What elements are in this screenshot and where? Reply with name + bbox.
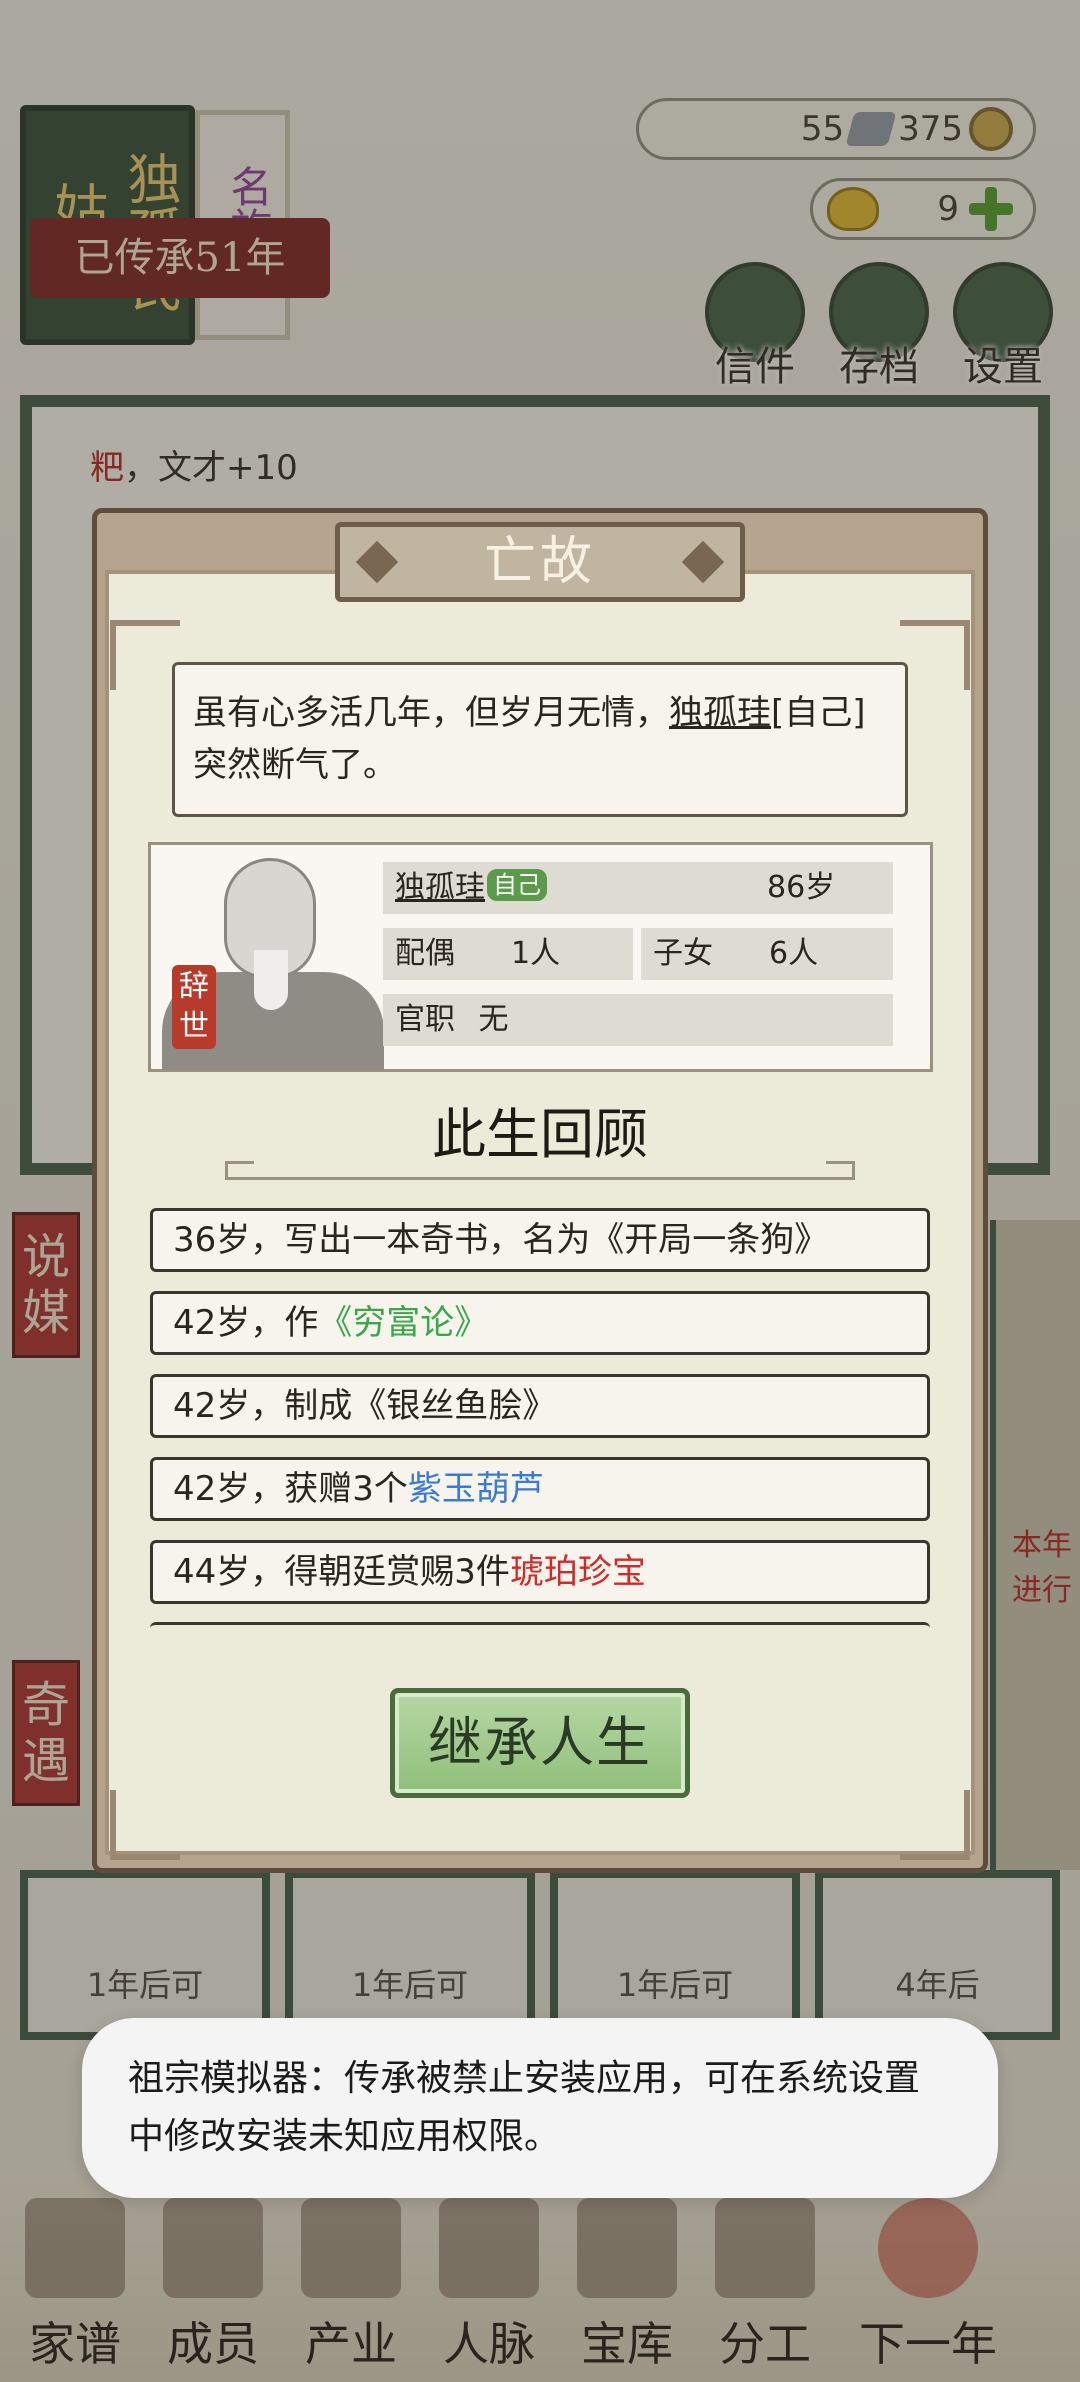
life-event-row: 42岁，制成《银丝鱼脍》 xyxy=(150,1374,930,1438)
event-list-scroll-edge[interactable] xyxy=(150,1622,930,1630)
office-value: 无 xyxy=(478,1002,509,1037)
life-event-row: 36岁，写出一本奇书，名为《开局一条狗》 xyxy=(150,1208,930,1272)
life-event-row: 42岁，获赠3个紫玉葫芦 xyxy=(150,1457,930,1521)
event-highlight[interactable]: 琥珀珍宝 xyxy=(510,1552,646,1592)
event-highlight[interactable]: 《穷富论》 xyxy=(318,1303,488,1343)
event-text: 42岁，获赠3个 xyxy=(173,1469,408,1509)
profile-children-row: 子女 6人 xyxy=(641,928,893,980)
event-text: 42岁，作 xyxy=(173,1303,319,1343)
children-value: 6人 xyxy=(769,936,819,971)
spouse-value: 1人 xyxy=(511,936,561,971)
profile-name-row: 独孤珪 自己 86岁 xyxy=(383,862,893,914)
office-label: 官职 xyxy=(395,1002,455,1037)
system-toast: 祖宗模拟器：传承被禁止安装应用，可在系统设置中修改安装未知应用权限。 xyxy=(82,2018,998,2198)
message-pre: 虽有心多活几年，但岁月无情， xyxy=(193,693,669,733)
children-label: 子女 xyxy=(653,936,713,971)
dialog-title-plate: 亡故 xyxy=(335,522,745,602)
corner-ornament xyxy=(110,1790,180,1860)
avatar-beard xyxy=(254,950,288,1010)
spouse-label: 配偶 xyxy=(395,936,455,971)
deceased-seal: 辞世 xyxy=(172,965,216,1049)
profile-office-row: 官职 无 xyxy=(383,994,893,1046)
life-review-divider xyxy=(225,1158,855,1180)
death-message: 虽有心多活几年，但岁月无情，独孤珪[自己]突然断气了。 xyxy=(172,662,908,817)
corner-ornament xyxy=(900,1790,970,1860)
title-diamond-left xyxy=(355,540,399,584)
event-text: 44岁，得朝廷赏赐3件 xyxy=(173,1552,510,1592)
profile-age: 86岁 xyxy=(767,870,836,905)
event-text: 42岁，制成《银丝鱼脍》 xyxy=(173,1386,557,1426)
self-tag: 自己 xyxy=(487,869,547,901)
title-diamond-right xyxy=(681,540,725,584)
event-text: 36岁，写出一本奇书，名为《开局一条狗》 xyxy=(173,1220,829,1260)
life-event-row: 42岁，作《穷富论》 xyxy=(150,1291,930,1355)
corner-ornament xyxy=(110,620,180,690)
life-event-row: 44岁，得朝廷赏赐3件琥珀珍宝 xyxy=(150,1540,930,1604)
message-name-link[interactable]: 独孤珪 xyxy=(669,693,771,733)
profile-name[interactable]: 独孤珪 xyxy=(395,870,485,905)
dialog-title: 亡故 xyxy=(483,532,596,592)
event-highlight[interactable]: 紫玉葫芦 xyxy=(408,1469,544,1509)
corner-ornament xyxy=(900,620,970,690)
inherit-life-button[interactable]: 继承人生 xyxy=(390,1688,690,1798)
profile-spouse-row: 配偶 1人 xyxy=(383,928,633,980)
